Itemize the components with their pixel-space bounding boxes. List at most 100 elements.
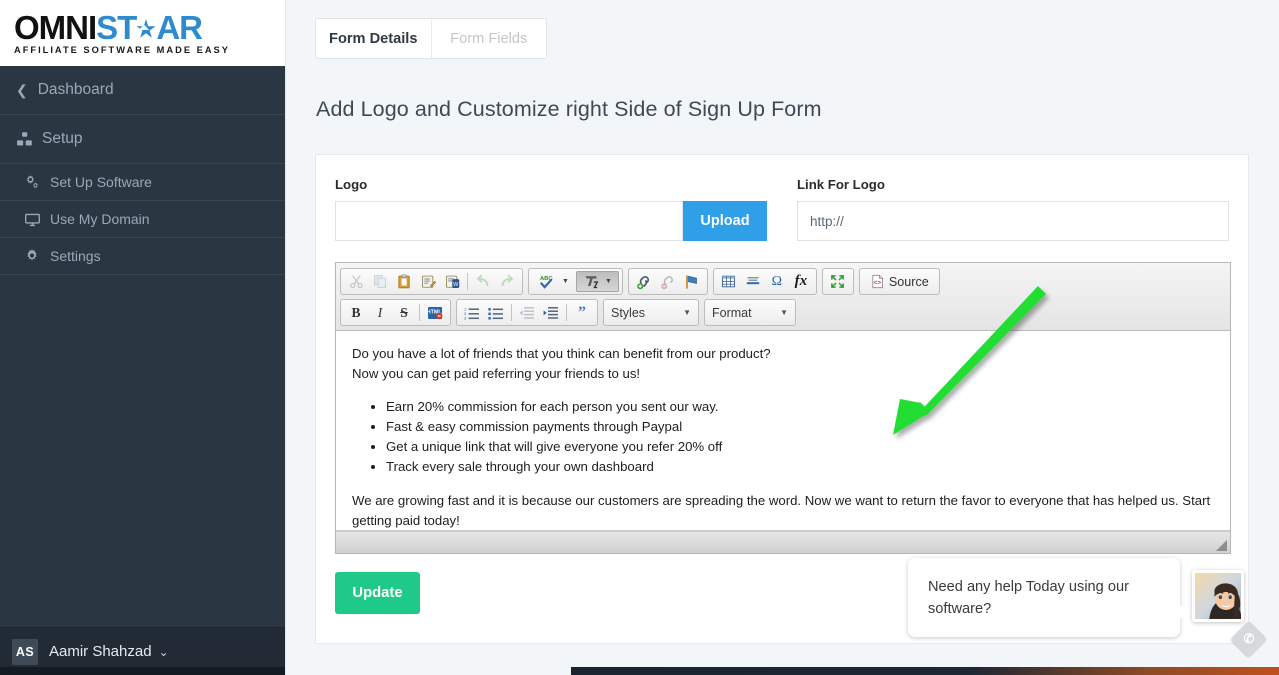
sidebar-item-label-settings: Settings bbox=[50, 248, 101, 264]
logo-label: Logo bbox=[335, 177, 368, 192]
italic-icon[interactable]: I bbox=[368, 302, 392, 323]
editor-status-bar bbox=[336, 531, 1230, 553]
update-button[interactable]: Update bbox=[335, 572, 420, 614]
editor-paragraph-intro-1: Do you have a lot of friends that you th… bbox=[352, 346, 771, 361]
source-icon[interactable]: <> Source bbox=[863, 271, 936, 292]
brand-tagline: AFFILIATE SOFTWARE MADE EASY bbox=[14, 44, 230, 55]
sidebar-item-setup[interactable]: Setup bbox=[0, 115, 285, 164]
sidebar-item-dashboard[interactable]: ❮ Dashboard bbox=[0, 66, 285, 115]
html-snippet-icon[interactable]: HTML bbox=[423, 302, 447, 323]
chevron-down-icon: ▼ bbox=[604, 278, 612, 285]
page-bottom-strip bbox=[571, 667, 1279, 675]
table-icon[interactable] bbox=[717, 271, 741, 292]
sidebar-item-label-setup: Setup bbox=[42, 130, 83, 147]
star-icon bbox=[136, 18, 156, 38]
chat-toggle-icon: ✆ bbox=[1243, 631, 1255, 646]
fields-row: Logo Upload Link For Logo bbox=[335, 177, 1229, 241]
mathjax-icon[interactable]: fx bbox=[789, 271, 813, 292]
sidebar-bottom-strip bbox=[0, 667, 285, 675]
paste-text-icon[interactable] bbox=[416, 271, 440, 292]
anchor-icon[interactable] bbox=[680, 271, 704, 292]
logo-text-star: ST AR bbox=[96, 8, 203, 46]
chevron-down-icon: ▼ bbox=[780, 308, 788, 317]
spellcheck-icon[interactable]: ABC ▼ bbox=[532, 271, 576, 292]
indent-icon[interactable] bbox=[539, 302, 563, 323]
maximize-group bbox=[821, 268, 854, 295]
logo-input[interactable] bbox=[335, 201, 683, 241]
tab-form-fields[interactable]: Form Fields bbox=[430, 19, 546, 58]
strikethrough-icon[interactable]: S bbox=[392, 302, 416, 323]
toolbar-separator bbox=[566, 304, 567, 321]
paragraph-group: 1 2 3 ” bbox=[456, 299, 598, 326]
editor-bullet-item: Earn 20% commission for each person you … bbox=[386, 397, 1214, 417]
remove-format-icon[interactable]: ▼ bbox=[575, 271, 619, 292]
bulleted-list-icon[interactable] bbox=[484, 302, 508, 323]
brand-logo[interactable]: OMNIST AR AFFILIATE SOFTWARE MADE EASY bbox=[0, 0, 285, 66]
sidebar-item-settings[interactable]: Settings bbox=[0, 238, 285, 275]
editor-toolbar-row-2: B I S HTML 1 2 3 ” Styles ▼ Format ▼ bbox=[340, 299, 1226, 326]
source-group: <> Source bbox=[858, 268, 940, 295]
sidebar-item-label-use-my-domain: Use My Domain bbox=[50, 211, 150, 227]
toolbar-separator bbox=[467, 273, 468, 290]
cubes-icon bbox=[16, 131, 42, 148]
sidebar-item-label-dashboard: Dashboard bbox=[37, 81, 114, 98]
spellcheck-group: ABC ▼ ▼ bbox=[528, 268, 623, 295]
bold-icon[interactable]: B bbox=[344, 302, 368, 323]
clipboard-group: W bbox=[340, 268, 523, 295]
link-for-logo-input[interactable] bbox=[797, 201, 1229, 241]
toolbar-separator bbox=[511, 304, 512, 321]
link-for-logo-field-group: Link For Logo bbox=[797, 177, 1229, 241]
avatar: AS bbox=[12, 638, 38, 665]
svg-text:W: W bbox=[453, 282, 459, 288]
toolbar-separator bbox=[419, 304, 420, 321]
gear-icon bbox=[24, 248, 50, 264]
editor-bullet-list: Earn 20% commission for each person you … bbox=[386, 397, 1214, 477]
editor-content-area[interactable]: Do you have a lot of friends that you th… bbox=[336, 331, 1230, 531]
editor-paragraph-intro-2: Now you can get paid referring your frie… bbox=[352, 365, 641, 381]
format-combo-label: Format bbox=[712, 305, 752, 320]
format-combo[interactable]: Format ▼ bbox=[704, 299, 796, 326]
tab-form-details[interactable]: Form Details bbox=[316, 19, 431, 58]
editor-toolbar: W ABC ▼ ▼ Ω fx <> Source B I S HTML 1 2 … bbox=[336, 263, 1230, 331]
paste-from-word-icon[interactable]: W bbox=[440, 271, 464, 292]
link-icon[interactable] bbox=[632, 271, 656, 292]
chat-agent-avatar[interactable] bbox=[1192, 570, 1244, 622]
rich-text-editor: W ABC ▼ ▼ Ω fx <> Source B I S HTML 1 2 … bbox=[335, 262, 1231, 554]
outdent-icon[interactable] bbox=[515, 302, 539, 323]
editor-bullet-item: Fast & easy commission payments through … bbox=[386, 417, 1214, 437]
link-group bbox=[627, 268, 708, 295]
basic-styles-group: B I S HTML bbox=[340, 299, 451, 326]
maximize-icon[interactable] bbox=[826, 271, 850, 292]
sidebar-item-set-up-software[interactable]: Set Up Software bbox=[0, 164, 285, 201]
editor-toolbar-row-1: W ABC ▼ ▼ Ω fx <> Source bbox=[340, 268, 1226, 295]
svg-text:3: 3 bbox=[464, 315, 467, 319]
blockquote-icon[interactable]: ” bbox=[570, 302, 594, 323]
editor-bullet-item: Track every sale through your own dashbo… bbox=[386, 457, 1214, 477]
insert-group: Ω fx bbox=[712, 268, 817, 295]
sidebar-item-label-set-up-software: Set Up Software bbox=[50, 174, 152, 190]
cut-icon[interactable] bbox=[344, 271, 368, 292]
logo-text-omni: OMNI bbox=[14, 8, 97, 46]
editor-resize-handle[interactable] bbox=[1216, 540, 1227, 551]
source-button-label: Source bbox=[888, 274, 929, 289]
chat-toggle-button[interactable]: ✆ bbox=[1230, 620, 1268, 658]
sidebar-item-use-my-domain[interactable]: Use My Domain bbox=[0, 201, 285, 238]
chat-bubble[interactable]: Need any help Today using our software? bbox=[908, 558, 1189, 637]
undo-icon[interactable] bbox=[471, 271, 495, 292]
chevron-left-icon: ❮ bbox=[16, 81, 28, 98]
unlink-icon[interactable] bbox=[656, 271, 680, 292]
special-char-icon[interactable]: Ω bbox=[765, 271, 789, 292]
chevron-down-icon: ▼ bbox=[562, 278, 569, 285]
gears-icon bbox=[24, 174, 50, 190]
support-agent-photo-icon bbox=[1195, 573, 1241, 619]
copy-icon[interactable] bbox=[368, 271, 392, 292]
tab-bar: Form Details Form Fields bbox=[315, 18, 547, 59]
upload-button[interactable]: Upload bbox=[683, 201, 767, 241]
styles-combo[interactable]: Styles ▼ bbox=[603, 299, 699, 326]
styles-combo-label: Styles bbox=[611, 305, 646, 320]
paste-icon[interactable] bbox=[392, 271, 416, 292]
numbered-list-icon[interactable]: 1 2 3 bbox=[460, 302, 484, 323]
sidebar: OMNIST AR AFFILIATE SOFTWARE MADE EASY ❮ … bbox=[0, 0, 285, 675]
horizontal-rule-icon[interactable] bbox=[741, 271, 765, 292]
redo-icon[interactable] bbox=[495, 271, 519, 292]
